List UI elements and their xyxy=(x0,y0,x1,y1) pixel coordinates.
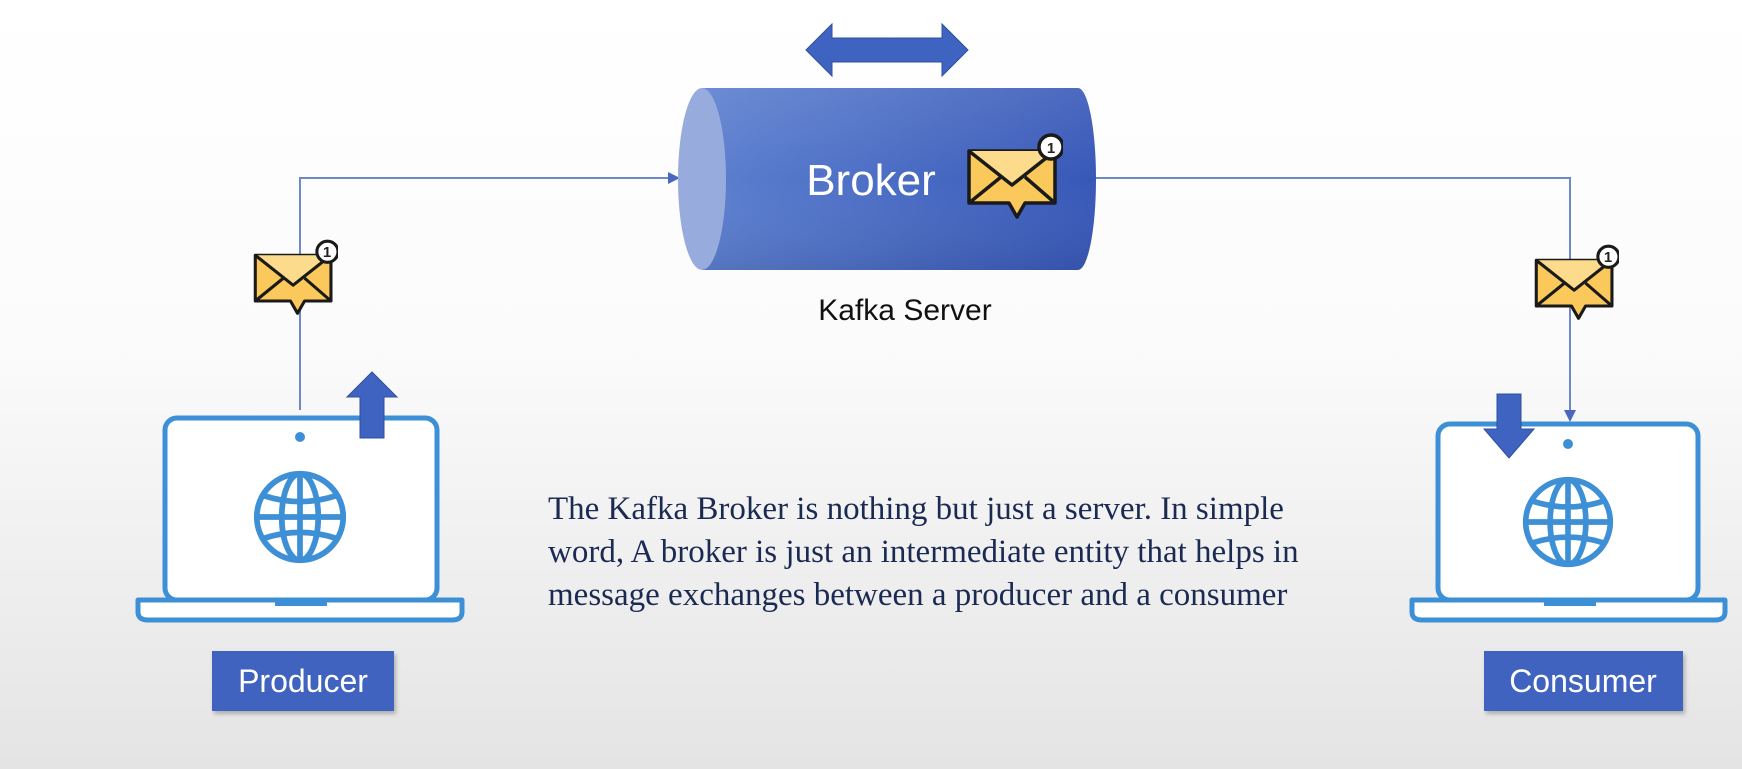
consumer-laptop-icon xyxy=(1409,421,1728,623)
producer-envelope-badge: 1 xyxy=(323,244,331,261)
producer-to-broker-connector xyxy=(299,172,680,410)
producer-envelope-icon: 1 xyxy=(253,239,338,315)
consumer-envelope-badge: 1 xyxy=(1604,249,1612,266)
broker-envelope-badge: 1 xyxy=(1047,140,1055,157)
producer-button[interactable]: Producer xyxy=(212,651,394,711)
kafka-broker-diagram: Broker 1 Kafka Server 1 1 Producer Consu… xyxy=(135,22,1728,711)
kafka-server-label: Kafka Server xyxy=(818,294,991,327)
producer-laptop-icon xyxy=(135,415,465,623)
consumer-envelope-icon: 1 xyxy=(1534,244,1619,320)
double-arrow-icon xyxy=(805,22,969,78)
consumer-label: Consumer xyxy=(1509,663,1657,699)
consumer-globe-icon xyxy=(1526,480,1611,565)
consumer-button[interactable]: Consumer xyxy=(1484,651,1683,711)
broker-description-text: The Kafka Broker is nothing but just a s… xyxy=(548,491,1299,613)
broker-to-consumer-connector xyxy=(1092,177,1576,422)
producer-label: Producer xyxy=(238,663,368,699)
broker-label: Broker xyxy=(806,156,936,205)
producer-globe-icon xyxy=(257,474,343,560)
broker-cylinder: Broker 1 xyxy=(678,88,1096,270)
